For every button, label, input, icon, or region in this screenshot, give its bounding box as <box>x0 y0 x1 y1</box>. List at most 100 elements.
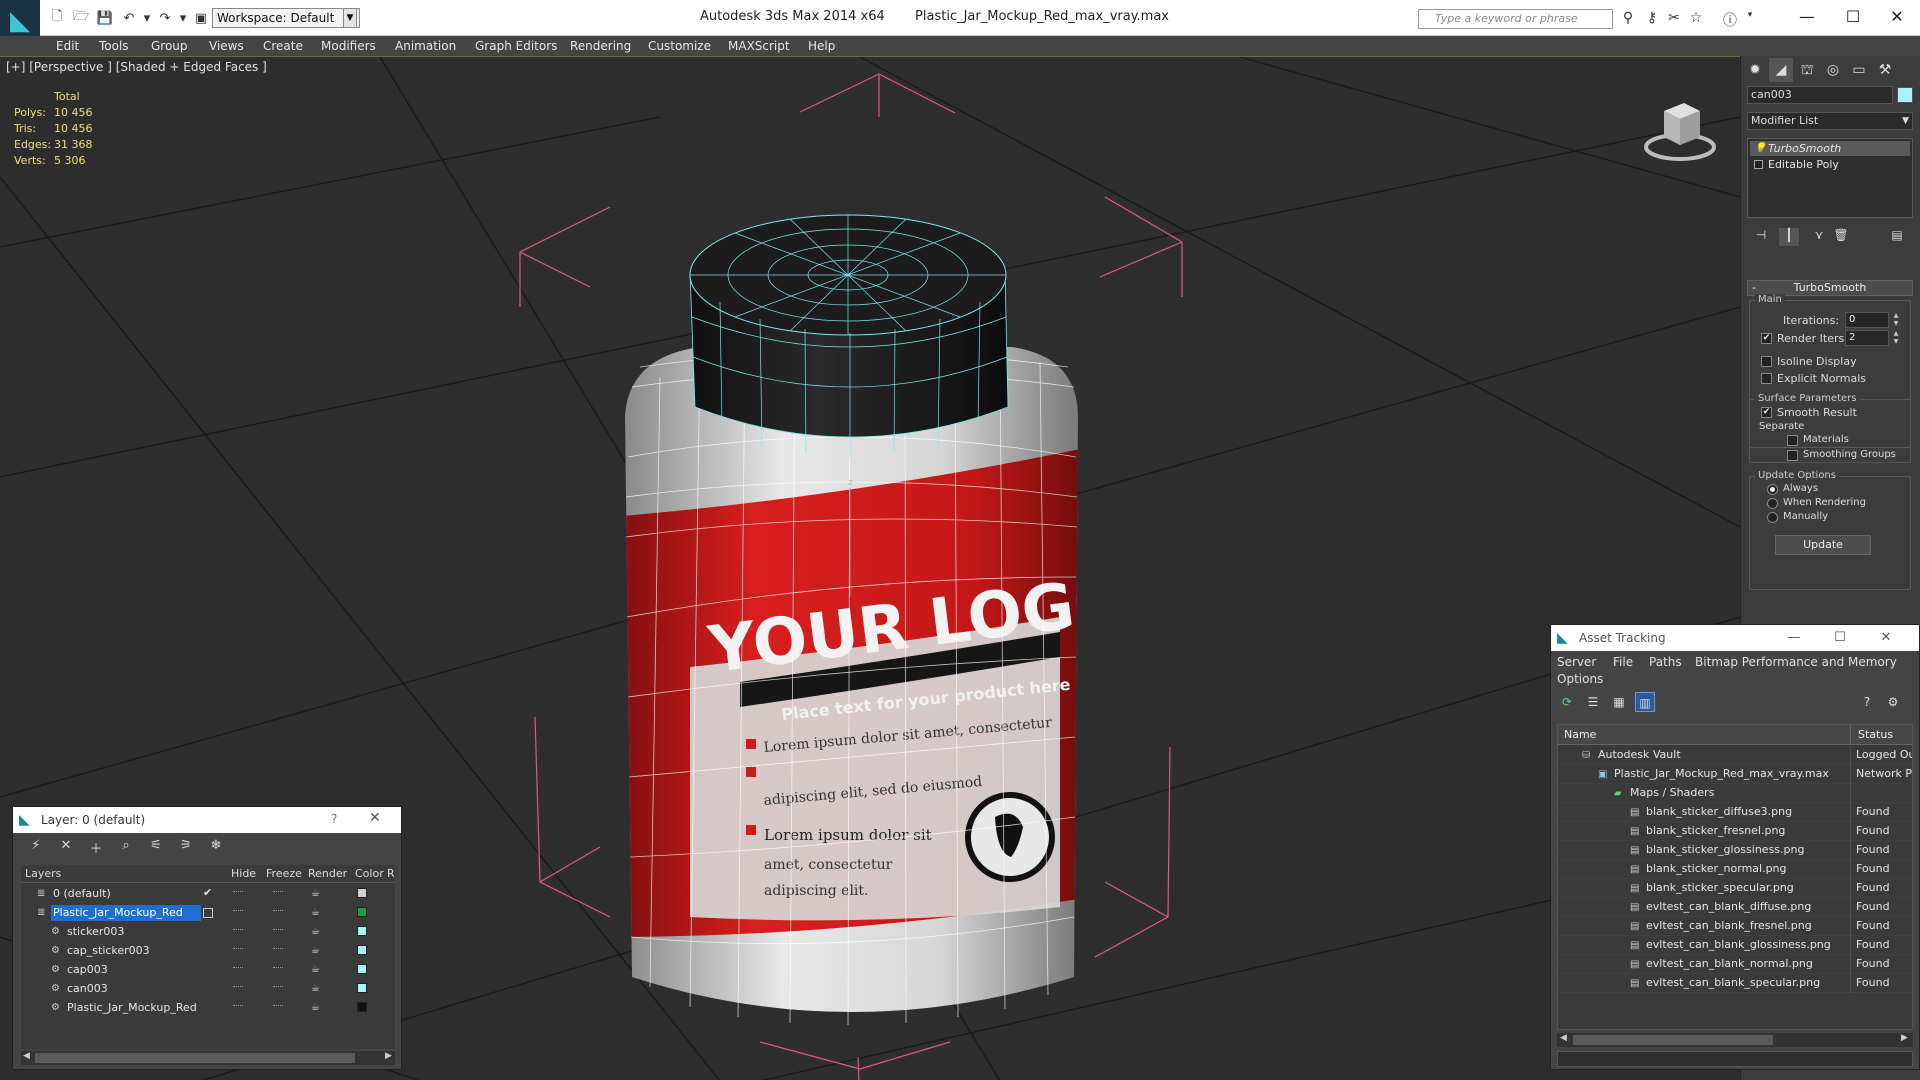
save-file-icon[interactable]: 💾 <box>96 9 114 27</box>
layer-row[interactable]: ⚙ cap_sticker003 ☕ <box>21 942 395 961</box>
menu-animation[interactable]: Animation <box>395 36 456 56</box>
asset-dialog-titlebar[interactable]: ◣ Asset Tracking — ☐ ✕ <box>1551 625 1919 651</box>
col-color[interactable]: Color <box>355 867 384 880</box>
tools-icon[interactable]: ✂ <box>1664 10 1684 28</box>
stack-item-turbosmooth[interactable]: 💡 TurboSmooth <box>1750 141 1910 156</box>
scroll-right-icon[interactable]: ▶ <box>1901 1033 1908 1043</box>
separate-materials-checkbox[interactable] <box>1787 435 1798 446</box>
undo-icon[interactable]: ↶ <box>120 9 138 27</box>
detail-view-icon[interactable]: ▦ <box>1609 692 1629 712</box>
layer-color-swatch[interactable] <box>357 907 367 917</box>
undo-dropdown-icon[interactable]: ▾ <box>138 9 156 27</box>
utilities-tab-icon[interactable]: ⚒ <box>1873 58 1897 82</box>
layer-color-swatch[interactable] <box>357 983 367 993</box>
key-icon[interactable]: ⚷ <box>1642 10 1662 28</box>
table-view-icon[interactable]: ▥ <box>1635 692 1655 712</box>
asset-row[interactable]: ▤ blank_sticker_diffuse3.png Found <box>1558 803 1912 822</box>
menu-create[interactable]: Create <box>263 36 303 56</box>
set-current-layer-icon[interactable] <box>203 908 213 918</box>
scroll-left-icon[interactable]: ◀ <box>1560 1033 1567 1043</box>
create-tab-icon[interactable]: ✹ <box>1743 58 1767 82</box>
refresh-icon[interactable]: ⟳ <box>1557 692 1577 712</box>
freeze-toggle[interactable] <box>273 967 283 969</box>
render-teapot-icon[interactable]: ☕ <box>311 907 320 918</box>
render-iters-spin-arrows[interactable]: ▲ ▼ <box>1891 330 1901 346</box>
menu-bitmap-performance[interactable]: Bitmap Performance and Memory <box>1695 655 1897 669</box>
freeze-toggle[interactable] <box>273 1005 283 1007</box>
update-manually-radio[interactable] <box>1767 512 1778 523</box>
maximize-button[interactable]: ☐ <box>1830 4 1876 30</box>
menu-tools[interactable]: Tools <box>99 36 129 56</box>
layer-color-swatch[interactable] <box>357 945 367 955</box>
expand-plus-icon[interactable] <box>1754 160 1763 169</box>
isoline-display-checkbox[interactable] <box>1761 356 1772 367</box>
quick-access-customize-button[interactable]: ▼ <box>343 8 357 28</box>
update-always-radio[interactable] <box>1767 484 1778 495</box>
layer-horizontal-scrollbar[interactable]: ◀ ▶ <box>21 1051 395 1065</box>
layer-dialog-titlebar[interactable]: ◣ Layer: 0 (default) ? ✕ <box>13 807 401 833</box>
asset-row[interactable]: ▤ blank_sticker_normal.png Found <box>1558 860 1912 879</box>
render-iters-spinner[interactable]: 2 <box>1845 330 1889 346</box>
hide-toggle[interactable] <box>233 948 243 950</box>
viewport-label-menu[interactable]: [+] [Perspective ] [Shaded + Edged Faces… <box>6 60 267 74</box>
viewcube-icon[interactable] <box>1640 89 1720 169</box>
menu-customize[interactable]: Customize <box>648 36 711 56</box>
help-dropdown-icon[interactable]: ▾ <box>1740 10 1760 28</box>
object-name-field[interactable]: can003 <box>1747 86 1893 104</box>
asset-row[interactable]: ▰ Maps / Shaders <box>1558 784 1912 803</box>
menu-server[interactable]: Server <box>1557 655 1596 669</box>
menu-maxscript[interactable]: MAXScript <box>728 36 790 56</box>
display-tab-icon[interactable]: ▭ <box>1847 58 1871 82</box>
redo-dropdown-icon[interactable]: ▾ <box>174 9 192 27</box>
col-status[interactable]: Status <box>1858 728 1893 741</box>
menu-edit[interactable]: Edit <box>56 36 79 56</box>
scroll-thumb[interactable] <box>1573 1035 1773 1045</box>
layer-row[interactable]: ⚙ sticker003 ☕ <box>21 923 395 942</box>
menu-options[interactable]: Options <box>1557 672 1603 686</box>
minimize-button[interactable]: — <box>1781 628 1807 648</box>
modify-tab-icon[interactable]: ◢ <box>1769 58 1793 82</box>
update-button[interactable]: Update <box>1775 535 1871 555</box>
project-folder-icon[interactable]: ▣ <box>192 9 210 27</box>
menu-group[interactable]: Group <box>151 36 188 56</box>
layer-color-swatch[interactable] <box>357 926 367 936</box>
freeze-all-icon[interactable]: ❄ <box>205 838 227 856</box>
scroll-left-icon[interactable]: ◀ <box>23 1051 30 1061</box>
help-icon[interactable]: ? <box>1857 692 1877 712</box>
render-teapot-icon[interactable]: ☕ <box>311 945 320 956</box>
new-file-icon[interactable]: 🗋 <box>48 9 66 27</box>
asset-row[interactable]: ▤ evltest_can_blank_fresnel.png Found <box>1558 917 1912 936</box>
make-unique-icon[interactable]: ⋎ <box>1809 228 1829 246</box>
hide-toggle[interactable] <box>233 986 243 988</box>
hide-toggle[interactable] <box>233 910 243 912</box>
menu-help[interactable]: Help <box>808 36 835 56</box>
menu-rendering[interactable]: Rendering <box>570 36 631 56</box>
layer-color-swatch[interactable] <box>357 1002 367 1012</box>
modifier-list-dropdown[interactable]: Modifier List ▼ <box>1747 112 1913 130</box>
freeze-toggle[interactable] <box>273 891 283 893</box>
asset-row[interactable]: ▤ blank_sticker_specular.png Found <box>1558 879 1912 898</box>
hide-toggle[interactable] <box>233 967 243 969</box>
hide-all-icon[interactable]: ⚞ <box>175 838 197 856</box>
configure-sets-icon[interactable]: ▤ <box>1887 228 1907 246</box>
new-layer-icon[interactable]: ⚡ <box>25 838 47 856</box>
lightbulb-icon[interactable]: 💡 <box>1754 141 1766 156</box>
menu-graph-editors[interactable]: Graph Editors <box>475 36 557 56</box>
help-icon[interactable]: ⓘ <box>1720 10 1740 29</box>
open-file-icon[interactable]: 🗁 <box>72 9 90 27</box>
update-when-rendering-radio[interactable] <box>1767 498 1778 509</box>
highlight-layer-icon[interactable]: ⚟ <box>145 838 167 856</box>
asset-row[interactable]: ▤ blank_sticker_glossiness.png Found <box>1558 841 1912 860</box>
separate-smoothing-groups-checkbox[interactable] <box>1787 450 1798 461</box>
hierarchy-tab-icon[interactable]: ⛫ <box>1795 58 1819 82</box>
layer-row[interactable]: ⚙ Plastic_Jar_Mockup_Red ☕ <box>21 999 395 1018</box>
layer-row[interactable]: ≣ Plastic_Jar_Mockup_Red ☕ <box>21 904 395 923</box>
iterations-spin-arrows[interactable]: ▲ ▼ <box>1891 312 1901 328</box>
object-color-swatch[interactable] <box>1897 87 1913 103</box>
freeze-toggle[interactable] <box>273 986 283 988</box>
menu-paths[interactable]: Paths <box>1649 655 1682 669</box>
render-teapot-icon[interactable]: ☕ <box>311 926 320 937</box>
maximize-button[interactable]: ☐ <box>1827 628 1853 648</box>
smooth-result-checkbox[interactable]: ✔ <box>1761 407 1772 418</box>
col-radiosity[interactable]: R <box>387 867 395 880</box>
